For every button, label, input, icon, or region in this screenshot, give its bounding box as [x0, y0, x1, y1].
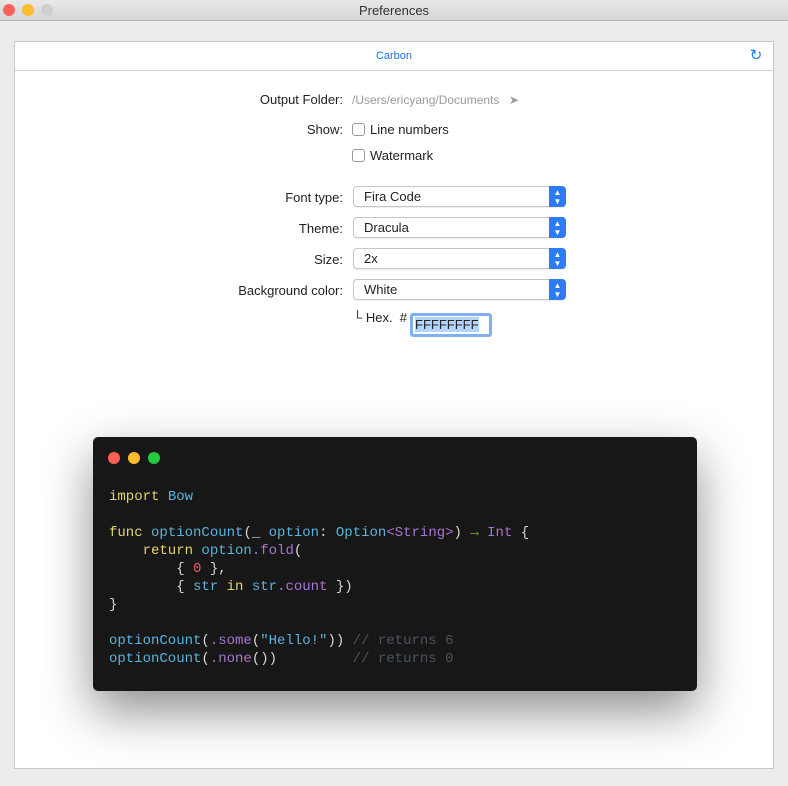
zoom-button[interactable]: [41, 4, 53, 16]
size-label: Size:: [314, 252, 343, 267]
code-token: str: [251, 579, 278, 595]
code-token: (: [251, 633, 261, 649]
red-dot-icon: [108, 452, 120, 464]
font-type-label: Font type:: [285, 190, 343, 205]
code-token: .some: [209, 633, 252, 649]
code-token: :: [319, 525, 336, 541]
line-numbers-checkbox[interactable]: Line numbers: [352, 122, 449, 137]
code-token: Int: [487, 525, 513, 541]
code-token: "Hello!": [260, 633, 328, 649]
hex-row: └ Hex. # FFFFFFFF: [353, 310, 493, 337]
code-token: optionCount: [151, 525, 244, 541]
code-token: .fold: [251, 543, 294, 559]
chevron-updown-icon: ▲ ▼: [549, 186, 566, 207]
code-token: }: [109, 597, 118, 613]
code-token: optionCount: [109, 633, 202, 649]
code-token: },: [201, 561, 227, 577]
minimize-button[interactable]: [22, 4, 34, 16]
code-token: func: [109, 525, 152, 541]
code-token: ()): [251, 651, 278, 667]
yellow-dot-icon: [128, 452, 140, 464]
code-line: func optionCount(_ option: Option<String…: [109, 524, 529, 542]
code-line: return option.fold(: [109, 542, 529, 560]
code-line: { str in str.count }): [109, 578, 529, 596]
code-line: import Bow: [109, 488, 529, 506]
background-color-select[interactable]: White ▲ ▼: [353, 279, 566, 300]
checkbox-icon[interactable]: [352, 123, 365, 136]
hex-input[interactable]: FFFFFFFF: [410, 313, 493, 337]
code-token: Bow: [167, 489, 194, 505]
theme-label: Theme:: [298, 221, 343, 236]
code-block: import Bow func optionCount(_ option: Opt…: [109, 488, 529, 668]
code-window: import Bow func optionCount(_ option: Opt…: [93, 437, 697, 691]
green-dot-icon: [148, 452, 160, 464]
background-color-value: White: [364, 282, 398, 297]
preferences-panel: Carbon ↻ Output Folder: /Users/ericyang/…: [14, 41, 774, 769]
code-token: option: [268, 525, 320, 541]
code-token: (_: [243, 525, 269, 541]
code-token: }): [327, 579, 353, 595]
tab-carbon[interactable]: Carbon: [376, 50, 412, 62]
font-type-select[interactable]: Fira Code ▲ ▼: [353, 186, 566, 207]
code-line: { 0 },: [109, 560, 529, 578]
theme-value: Dracula: [364, 220, 409, 235]
code-token: // returns 6: [344, 633, 454, 649]
size-value: 2x: [364, 251, 378, 266]
code-token: )): [327, 633, 345, 649]
theme-select[interactable]: Dracula ▲ ▼: [353, 217, 566, 238]
code-token: // returns 0: [277, 651, 454, 667]
background-color-label: Background color:: [238, 283, 343, 298]
output-folder-picker[interactable]: /Users/ericyang/Documents ➤: [352, 92, 519, 107]
code-token: <String>: [386, 525, 454, 541]
output-folder-path: /Users/ericyang/Documents: [352, 93, 500, 107]
code-token: optionCount: [109, 651, 202, 667]
code-token: Option: [335, 525, 387, 541]
chevron-updown-icon: ▲ ▼: [549, 279, 566, 300]
code-line: }: [109, 596, 529, 614]
code-token: (: [201, 633, 210, 649]
hex-value: FFFFFFFF: [415, 317, 479, 332]
code-token: in: [226, 579, 252, 595]
code-line: optionCount(.some("Hello!")) // returns …: [109, 632, 529, 650]
code-token: {: [109, 579, 194, 595]
code-token: .none: [209, 651, 252, 667]
title-bar: Preferences: [0, 0, 788, 21]
chevron-updown-icon: ▲ ▼: [549, 248, 566, 269]
code-token: import: [109, 489, 168, 505]
line-numbers-label: Line numbers: [370, 122, 449, 137]
watermark-label: Watermark: [370, 148, 434, 163]
code-token: .count: [277, 579, 328, 595]
watermark-checkbox[interactable]: Watermark: [352, 148, 433, 163]
code-token: return: [109, 543, 202, 559]
code-token: ): [453, 525, 471, 541]
panel-header: Carbon ↻: [15, 42, 773, 71]
close-button[interactable]: [3, 4, 15, 16]
show-label: Show:: [306, 122, 343, 137]
checkbox-icon[interactable]: [352, 149, 365, 162]
code-token: option: [201, 543, 252, 559]
code-token: {: [109, 561, 194, 577]
code-token: (: [201, 651, 210, 667]
window-title: Preferences: [358, 3, 430, 18]
refresh-icon[interactable]: ↻: [749, 48, 763, 63]
size-select[interactable]: 2x ▲ ▼: [353, 248, 566, 269]
hex-label: └ Hex. #: [353, 310, 408, 325]
arrow-right-icon[interactable]: ➤: [509, 93, 519, 107]
output-folder-label: Output Folder:: [259, 92, 343, 107]
code-token: →: [470, 525, 488, 541]
code-line: optionCount(.none()) // returns 0: [109, 650, 529, 668]
code-token: str: [193, 579, 227, 595]
font-type-value: Fira Code: [364, 189, 422, 204]
code-token: {: [512, 525, 530, 541]
chevron-updown-icon: ▲ ▼: [549, 217, 566, 238]
code-token: (: [293, 543, 303, 559]
